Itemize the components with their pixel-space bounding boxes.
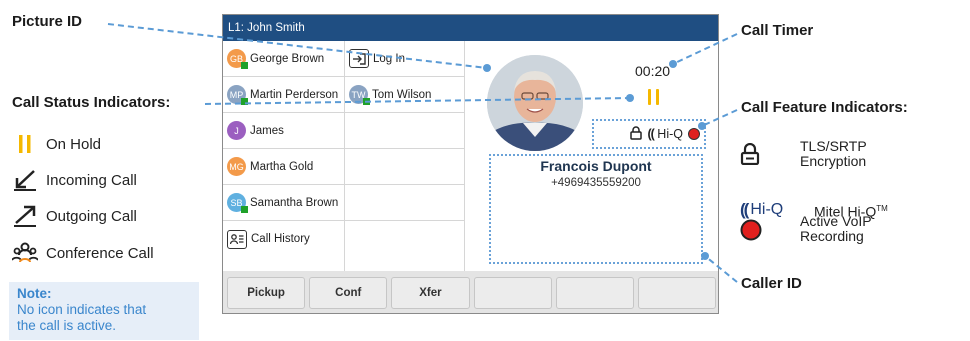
callout-lines — [107, 23, 738, 283]
